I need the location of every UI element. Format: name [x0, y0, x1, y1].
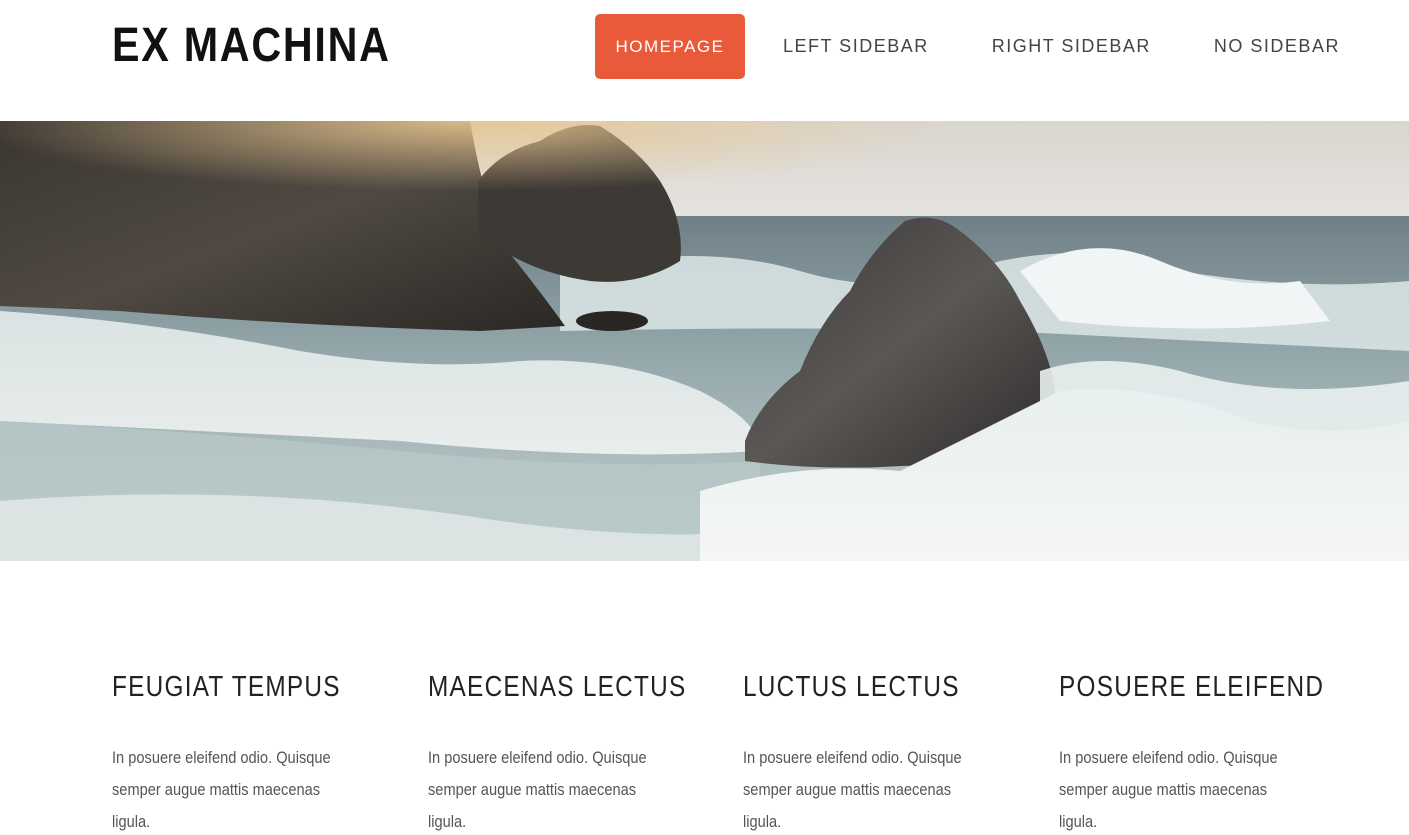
hero-image [0, 121, 1409, 561]
hero-photo [0, 121, 1409, 561]
feature-title: MAECENAS LECTUS [428, 671, 687, 703]
site-logo[interactable]: EX MACHINA [112, 18, 391, 74]
page: EX MACHINA HOMEPAGE LEFT SIDEBAR RIGHT S… [0, 0, 1409, 835]
feature-title: LUCTUS LECTUS [743, 671, 960, 703]
feature-title: POSUERE ELEIFEND [1059, 671, 1325, 703]
feature-column: MAECENAS LECTUS In posuere eleifend odio… [428, 668, 688, 835]
feature-text: In posuere eleifend odio. Quisque semper… [112, 748, 331, 831]
feature-title: FEUGIAT TEMPUS [112, 671, 341, 703]
feature-text: In posuere eleifend odio. Quisque semper… [1059, 748, 1278, 831]
nav-item-right-sidebar[interactable]: RIGHT SIDEBAR [992, 14, 1151, 79]
feature-text: In posuere eleifend odio. Quisque semper… [428, 748, 647, 831]
feature-column: FEUGIAT TEMPUS In posuere eleifend odio.… [112, 668, 372, 835]
main-nav: HOMEPAGE LEFT SIDEBAR RIGHT SIDEBAR NO S… [595, 14, 1340, 79]
nav-item-left-sidebar[interactable]: LEFT SIDEBAR [783, 14, 929, 79]
nav-item-homepage[interactable]: HOMEPAGE [595, 14, 745, 79]
nav-item-no-sidebar[interactable]: NO SIDEBAR [1214, 14, 1340, 79]
feature-text: In posuere eleifend odio. Quisque semper… [743, 748, 962, 831]
site-header: EX MACHINA HOMEPAGE LEFT SIDEBAR RIGHT S… [0, 0, 1409, 121]
feature-column: POSUERE ELEIFEND In posuere eleifend odi… [1059, 668, 1325, 835]
feature-column: LUCTUS LECTUS In posuere eleifend odio. … [743, 668, 1003, 835]
